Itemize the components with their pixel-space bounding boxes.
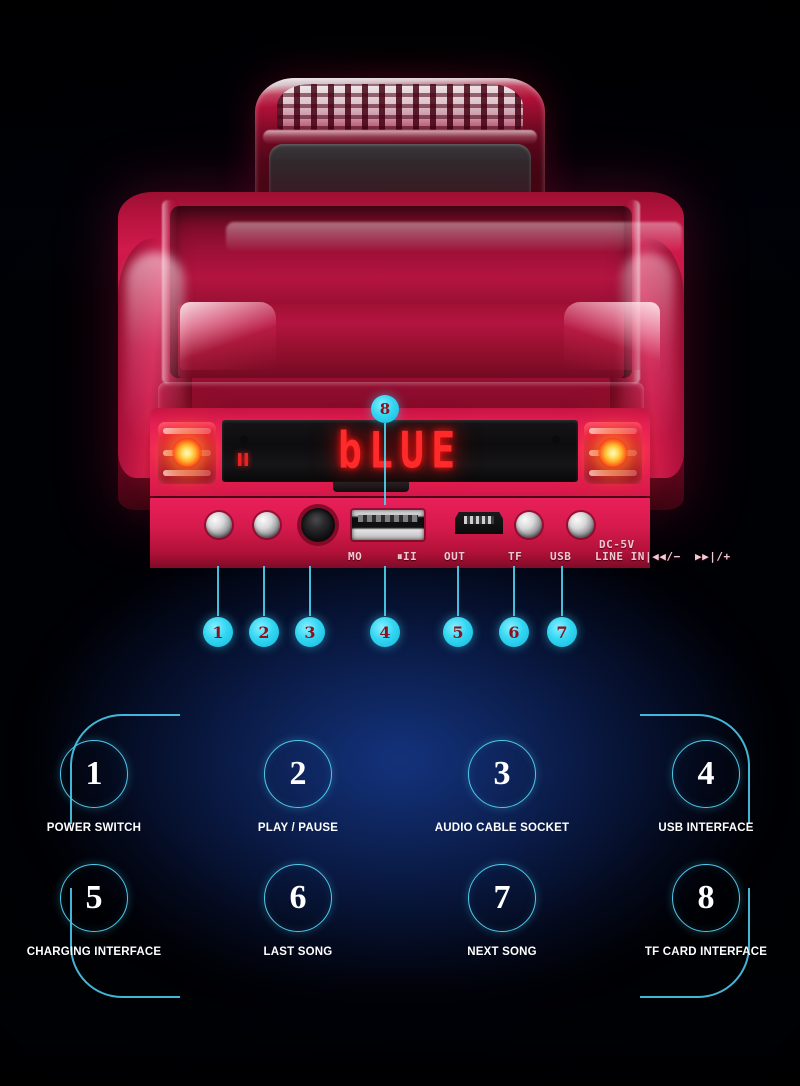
- power-switch-button[interactable]: [206, 512, 232, 538]
- port-label-usb: USB: [550, 550, 572, 563]
- legend-item-3[interactable]: 3 AUDIO CABLE SOCKET: [434, 740, 570, 834]
- truck-cab: [255, 78, 545, 204]
- rear-panel: bLUE MO ⏸II OUT TF USB DC-5V LINE IN |◀◀/− ▶▶|/+: [150, 408, 730, 568]
- legend-item-2[interactable]: 2 PLAY / PAUSE: [230, 740, 366, 834]
- legend-number-3: 3: [468, 740, 536, 808]
- legend-label-2: PLAY / PAUSE: [257, 822, 339, 834]
- speaker-grille-icon: [277, 84, 523, 130]
- legend-item-1[interactable]: 1 POWER SWITCH: [26, 740, 162, 834]
- wheel-well-left: [180, 302, 276, 370]
- next-song-button[interactable]: [568, 512, 594, 538]
- legend-item-6[interactable]: 6 LAST SONG: [230, 864, 366, 958]
- cab-chrome-trim: [263, 130, 537, 144]
- callout-leader-4: [384, 566, 386, 616]
- legend-label-4: USB INTERFACE: [658, 822, 754, 834]
- tail-light-bar: [163, 428, 211, 434]
- callout-leader-2: [263, 566, 265, 616]
- tail-light-right: [584, 422, 642, 484]
- tf-card-slot: [333, 482, 409, 492]
- legend-number-4: 4: [672, 740, 740, 808]
- port-label-linein: LINE IN: [595, 550, 645, 563]
- legend-item-4[interactable]: 4 USB INTERFACE: [638, 740, 774, 834]
- legend-number-6: 6: [264, 864, 332, 932]
- legend-label-6: LAST SONG: [263, 946, 333, 958]
- legend-row-bottom: 5 CHARGING INTERFACE 6 LAST SONG 7 NEXT SONG 8…: [0, 864, 800, 958]
- callout-leader-1: [217, 566, 219, 616]
- port-label-tf: TF: [508, 550, 523, 563]
- display-dot-right: [552, 436, 560, 444]
- callout-leader-6: [513, 566, 515, 616]
- tail-light-lamp: [172, 438, 202, 468]
- legend-item-5[interactable]: 5 CHARGING INTERFACE: [26, 864, 162, 958]
- legend-item-7[interactable]: 7 NEXT SONG: [434, 864, 570, 958]
- pause-icon: [238, 453, 248, 466]
- infographic-page: bLUE MO ⏸II OUT TF USB DC-5V LINE IN |◀◀/− ▶▶|/+…: [0, 0, 800, 1086]
- micro-usb-contacts: [464, 516, 494, 524]
- tail-light-bar: [163, 470, 211, 476]
- callout-leader-5: [457, 566, 459, 616]
- port-label-play: ⏸II: [397, 550, 418, 563]
- legend-label-8: TF CARD INTERFACE: [644, 946, 768, 958]
- callout-leader-8: [384, 423, 386, 505]
- port-label-next: ▶▶|/+: [695, 550, 731, 563]
- product-photo-truck-speaker: bLUE MO ⏸II OUT TF USB DC-5V LINE IN |◀◀/− ▶▶|/+: [0, 0, 800, 620]
- port-label-out: OUT: [444, 550, 466, 563]
- tail-light-left: [158, 422, 216, 484]
- micro-usb-charging-port[interactable]: [455, 512, 503, 534]
- bed-highlight: [226, 222, 682, 252]
- legend-item-8[interactable]: 8 TF CARD INTERFACE: [638, 864, 774, 958]
- legend-label-7: NEXT SONG: [467, 946, 537, 958]
- usb-interface[interactable]: [352, 510, 424, 540]
- legend-number-1: 1: [60, 740, 128, 808]
- callout-leader-7: [561, 566, 563, 616]
- tail-light-bar: [589, 428, 637, 434]
- tail-light-lamp: [598, 438, 628, 468]
- previous-song-button[interactable]: [516, 512, 542, 538]
- legend-number-2: 2: [264, 740, 332, 808]
- legend-label-1: POWER SWITCH: [46, 822, 142, 834]
- display-dot-left: [240, 436, 248, 444]
- audio-out-jack[interactable]: [301, 508, 335, 542]
- callout-marker-8[interactable]: 8: [371, 395, 399, 423]
- legend-label-5: CHARGING INTERFACE: [26, 946, 162, 958]
- play-pause-button[interactable]: [254, 512, 280, 538]
- usb-contacts: [358, 515, 418, 522]
- led-display: bLUE: [222, 420, 578, 482]
- tail-light-bar: [589, 470, 637, 476]
- port-label-prev: |◀◀/−: [645, 550, 681, 563]
- legend-number-5: 5: [60, 864, 128, 932]
- legend-label-3: AUDIO CABLE SOCKET: [434, 822, 570, 834]
- led-display-text: bLUE: [337, 422, 463, 480]
- legend-panel: 1 POWER SWITCH 2 PLAY / PAUSE 3 AUDIO CABLE S…: [0, 640, 800, 1086]
- port-strip: MO ⏸II OUT TF USB DC-5V LINE IN |◀◀/− ▶▶|/+: [150, 496, 730, 568]
- legend-row-top: 1 POWER SWITCH 2 PLAY / PAUSE 3 AUDIO CABLE S…: [0, 740, 800, 834]
- callout-leader-3: [309, 566, 311, 616]
- legend-number-8: 8: [672, 864, 740, 932]
- legend-number-7: 7: [468, 864, 536, 932]
- port-label-mode: MO: [348, 550, 363, 563]
